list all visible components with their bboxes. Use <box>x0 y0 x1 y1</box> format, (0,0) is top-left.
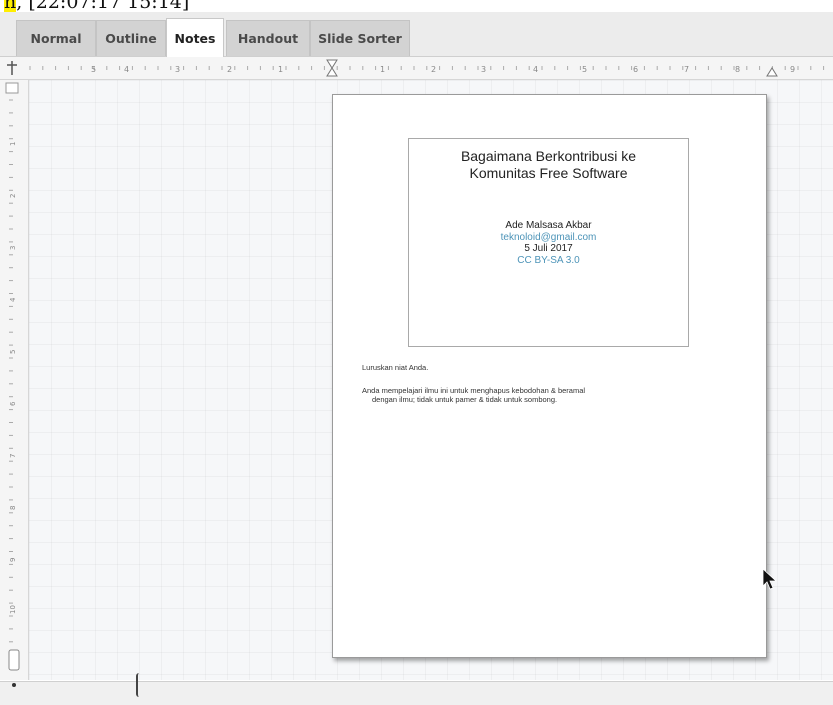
ruler-label: 3 <box>175 65 180 74</box>
ruler-label: 8 <box>735 65 740 74</box>
ruler-label: 2 <box>227 65 232 74</box>
ruler-label: 1 <box>278 65 283 74</box>
ruler-label: 5 <box>9 350 17 354</box>
ruler-label: 3 <box>9 246 17 250</box>
top-fragment: n, [22:07:17 15:14] <box>4 0 189 12</box>
view-tab-bar: Normal Outline Notes Handout Slide Sorte… <box>0 12 833 57</box>
notes-line: Anda mempelajari ilmu ini untuk menghapu… <box>362 385 586 395</box>
mouse-pointer-icon <box>762 568 778 590</box>
ruler-label: 3 <box>481 65 486 74</box>
top-strip: n, [22:07:17 15:14] <box>0 0 833 12</box>
bottom-margin-marker <box>8 649 20 671</box>
tab-notes[interactable]: Notes <box>166 18 224 57</box>
horizontal-ruler-graphic: 5 4 3 2 1 1 2 3 4 5 6 7 8 9 <box>7 59 825 77</box>
slide-date: 5 Juli 2017 <box>524 243 573 254</box>
ruler-label: 10 <box>9 605 17 614</box>
status-bar <box>0 681 833 705</box>
tab-slide-sorter[interactable]: Slide Sorter <box>310 20 410 56</box>
notes-page[interactable]: Bagaimana Berkontribusi ke Komunitas Fre… <box>332 94 767 658</box>
vertical-ruler-graphic: 1 2 3 4 5 6 7 8 9 10 <box>5 82 20 671</box>
ruler-label: 4 <box>124 65 129 74</box>
slide-title-line: Bagaimana Berkontribusi ke <box>460 148 637 164</box>
tab-outline[interactable]: Outline <box>96 20 166 56</box>
text-cursor-icon <box>136 673 142 697</box>
ruler-label: 2 <box>9 194 17 198</box>
ruler-label: 6 <box>633 65 638 74</box>
slide-thumbnail[interactable]: Bagaimana Berkontribusi ke Komunitas Fre… <box>408 138 689 347</box>
ruler-label: 8 <box>9 506 17 510</box>
notes-paragraph: Luruskan niat Anda. <box>362 363 429 372</box>
ruler-label: 9 <box>790 65 795 74</box>
notes-line: dengan ilmu; tidak untuk pamer & tidak u… <box>372 395 558 404</box>
ruler-origin-box <box>5 82 19 94</box>
slide-subtitle: Ade Malsasa Akbar teknoloid@gmail.com 5 … <box>409 220 688 266</box>
ruler-label: 7 <box>684 65 689 74</box>
slide-license: CC BY-SA 3.0 <box>517 254 580 266</box>
horizontal-ruler[interactable]: 5 4 3 2 1 1 2 3 4 5 6 7 8 9 <box>0 57 833 80</box>
tab-stop-marker[interactable] <box>7 61 17 75</box>
highlighted-text: n <box>4 0 17 12</box>
notes-paragraph: Anda mempelajari ilmu ini untuk menghapu… <box>362 386 742 405</box>
right-margin-marker[interactable] <box>766 67 778 77</box>
vertical-ruler[interactable]: 1 2 3 4 5 6 7 8 9 10 <box>0 80 29 680</box>
ruler-label: 5 <box>582 65 587 74</box>
first-line-indent-marker[interactable] <box>326 59 338 77</box>
slide-author: Ade Malsasa Akbar <box>505 220 592 231</box>
tab-handout[interactable]: Handout <box>226 20 310 56</box>
slide-title: Bagaimana Berkontribusi ke Komunitas Fre… <box>409 148 688 182</box>
slide-email: teknoloid@gmail.com <box>500 231 597 243</box>
tab-normal[interactable]: Normal <box>16 20 96 56</box>
status-dot <box>12 683 16 687</box>
ruler-label: 9 <box>9 558 17 562</box>
ruler-label: 1 <box>380 65 385 74</box>
ruler-label: 4 <box>9 297 17 302</box>
top-fragment-text: , [22:07:17 15:14] <box>16 0 190 12</box>
ruler-label: 6 <box>9 401 17 406</box>
ruler-label: 7 <box>9 454 17 458</box>
ruler-label: 5 <box>91 65 96 74</box>
slide-title-line: Komunitas Free Software <box>469 165 628 181</box>
ruler-label: 2 <box>431 65 436 74</box>
notes-text-area[interactable]: Luruskan niat Anda. Anda mempelajari ilm… <box>362 363 742 418</box>
ruler-label: 4 <box>533 65 538 74</box>
ruler-label: 1 <box>9 142 17 146</box>
